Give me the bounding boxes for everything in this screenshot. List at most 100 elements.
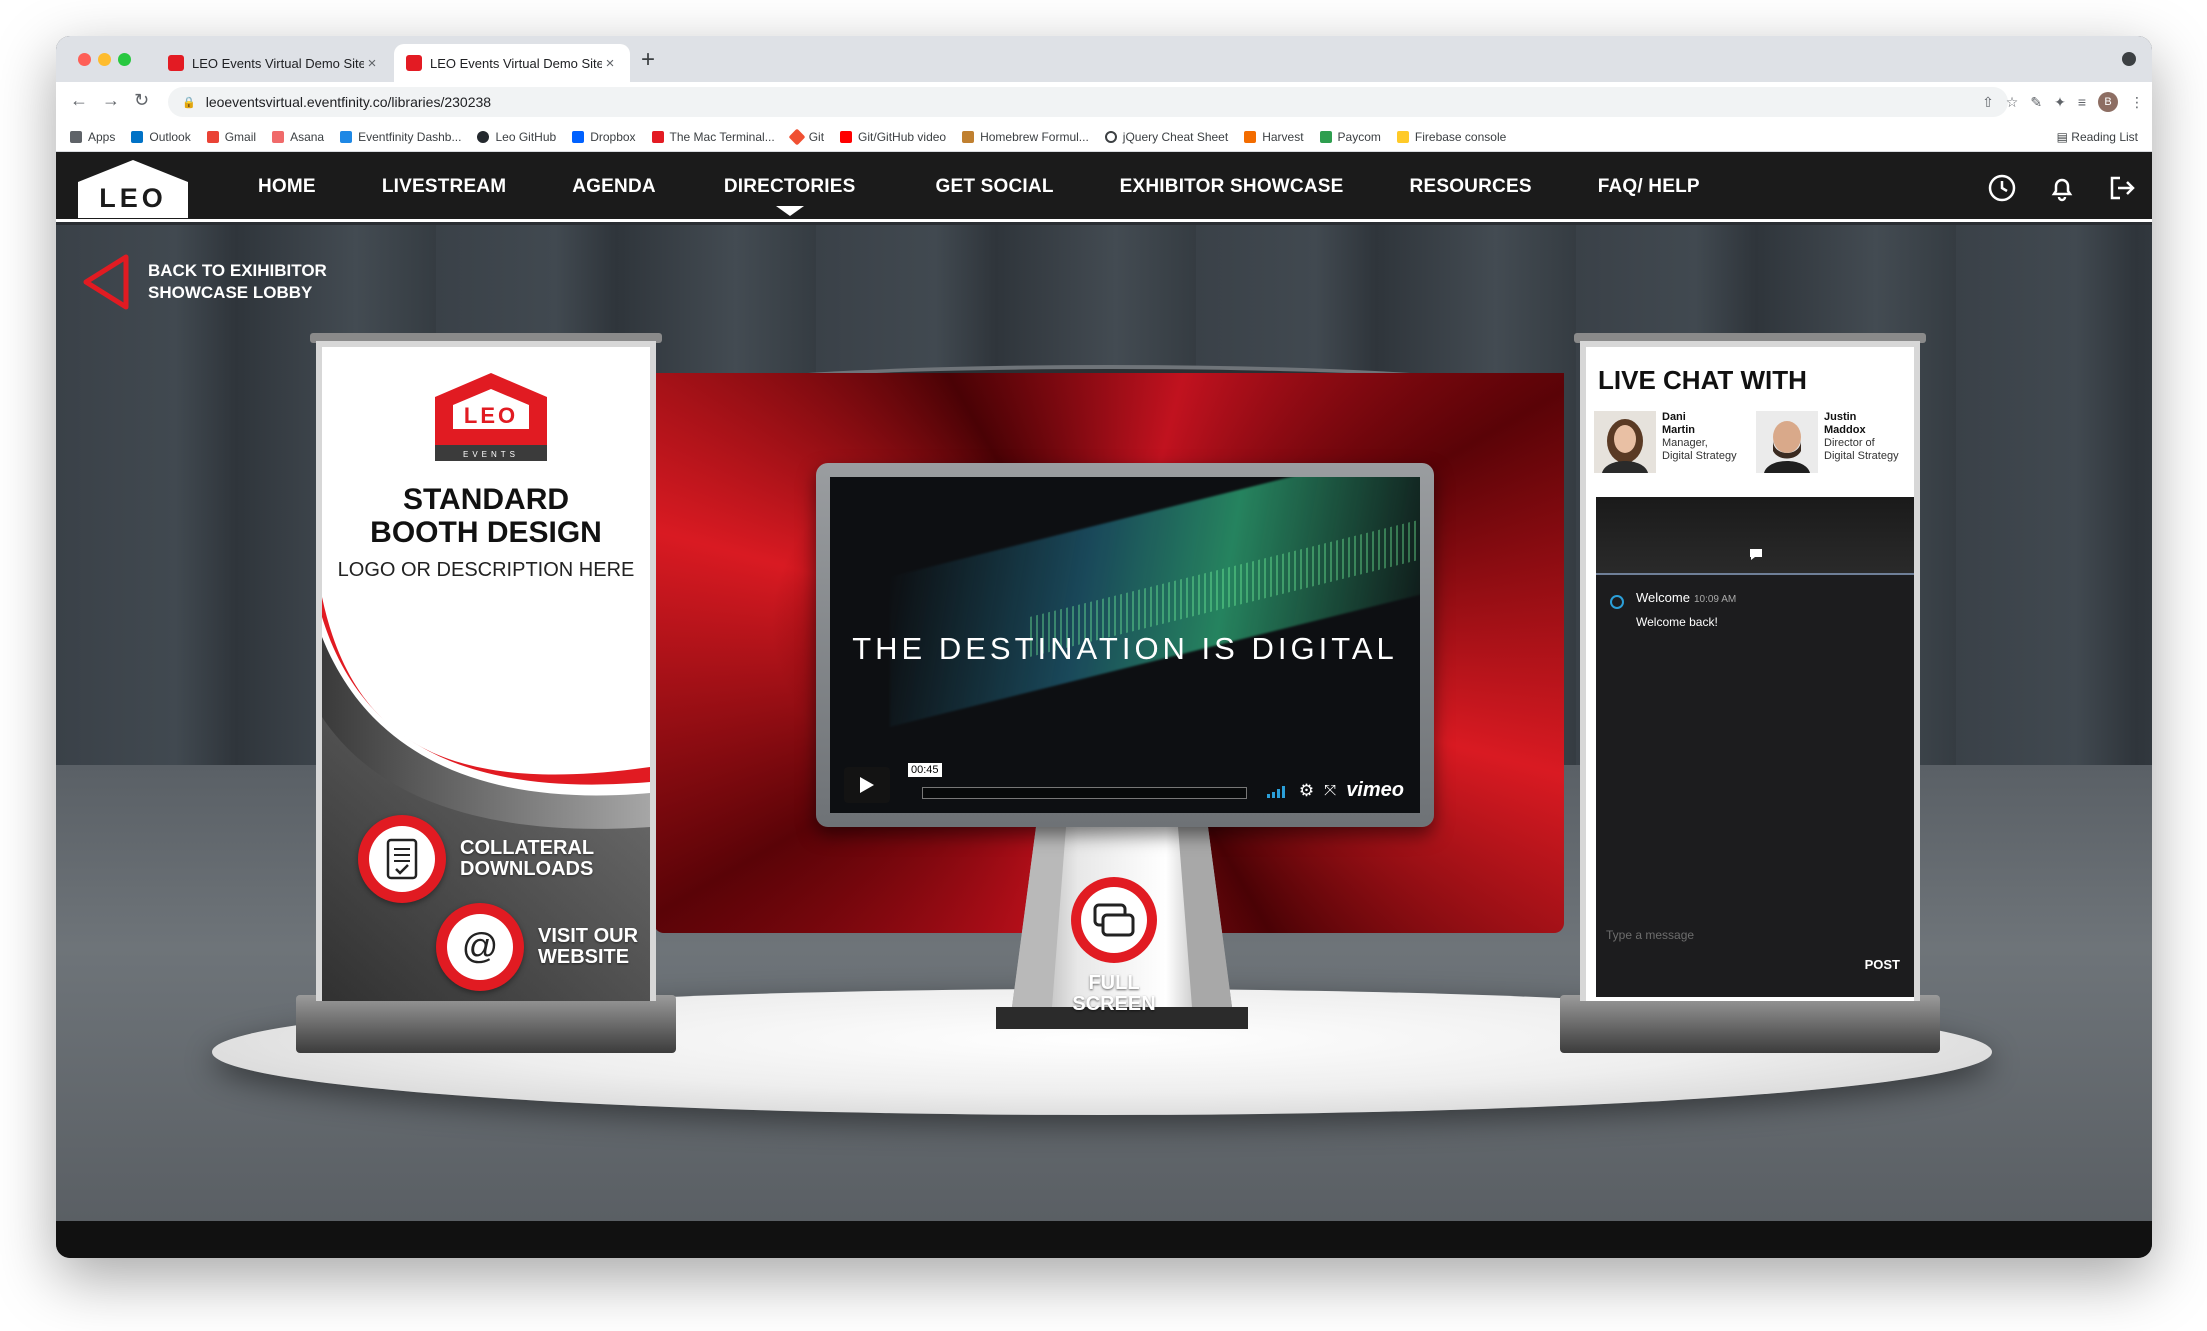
- fullscreen-expand-icon[interactable]: ⤧: [1324, 782, 1336, 799]
- back-to-lobby-link[interactable]: BACK TO EXIHIBITOR SHOWCASE LOBBY: [80, 253, 348, 311]
- vimeo-player[interactable]: THE DESTINATION IS DIGITAL 00:45 ⚙ ⤧ vim…: [830, 477, 1420, 813]
- paycom-icon: [1319, 130, 1332, 143]
- eventfinity-icon: [340, 130, 353, 143]
- svg-text:@: @: [462, 925, 499, 966]
- nav-directories[interactable]: DIRECTORIES: [724, 176, 856, 216]
- full-screen-label[interactable]: FULL SCREEN: [1014, 973, 1214, 1015]
- back-arrow-icon[interactable]: ←: [70, 90, 88, 111]
- video-screen: THE DESTINATION IS DIGITAL 00:45 ⚙ ⤧ vim…: [816, 463, 1434, 827]
- bookmark-item[interactable]: Eventfinity Dashb...: [340, 130, 461, 144]
- dropbox-icon: [572, 130, 585, 143]
- chat-message: Welcome 10:09 AM Welcome back!: [1610, 589, 1736, 629]
- bookmark-item[interactable]: The Mac Terminal...: [651, 130, 775, 144]
- reload-icon[interactable]: ↻: [134, 90, 149, 111]
- back-link-label: BACK TO EXIHIBITOR SHOWCASE LOBBY: [148, 261, 327, 302]
- bookmark-item[interactable]: Harvest: [1244, 130, 1304, 144]
- extension-icon[interactable]: ✎: [2030, 94, 2042, 111]
- bookmark-item[interactable]: Paycom: [1319, 129, 1381, 144]
- banner-graphic: LEO EVENTS STANDARD BOOTH DESIGN LOGO OR…: [322, 347, 650, 1001]
- full-screen-button[interactable]: [1069, 875, 1159, 965]
- media-control-icon[interactable]: ≡: [2078, 94, 2086, 110]
- chat-message-input[interactable]: [1606, 923, 1886, 947]
- host-title: Digital Strategy: [1824, 450, 1899, 462]
- bookmark-item[interactable]: Firebase console: [1396, 130, 1506, 144]
- reading-list-icon: ▤: [2056, 130, 2072, 144]
- browser-window: LEO Events Virtual Demo Site × LEO Event…: [56, 36, 2152, 1258]
- nav-livestream[interactable]: LIVESTREAM: [382, 176, 506, 198]
- gmail-icon: [206, 130, 219, 143]
- share-icon[interactable]: ⇧: [1982, 94, 1994, 111]
- at-sign-icon: @: [462, 925, 499, 966]
- browser-tab[interactable]: LEO Events Virtual Demo Site ×: [156, 44, 392, 82]
- bookmark-label: Paycom: [1337, 129, 1381, 144]
- bookmark-item[interactable]: Asana: [272, 130, 324, 144]
- bookmark-item[interactable]: Gmail: [206, 130, 256, 144]
- profile-avatar[interactable]: B: [2098, 92, 2118, 112]
- play-button[interactable]: [844, 767, 890, 803]
- close-tab-icon[interactable]: ×: [602, 55, 618, 72]
- vimeo-logo[interactable]: vimeo: [1346, 779, 1404, 802]
- address-bar[interactable]: 🔒 leoeventsvirtual.eventfinity.co/librar…: [168, 87, 2008, 117]
- booth-stage: BACK TO EXIHIBITOR SHOWCASE LOBBY LEO EV…: [56, 225, 2152, 1221]
- bookmark-label: Dropbox: [590, 129, 636, 144]
- github-icon: [477, 130, 490, 143]
- tab-search-icon[interactable]: [2122, 52, 2136, 66]
- bookmark-label: Homebrew Formul...: [980, 129, 1089, 144]
- website-label-line: VISIT OUR: [538, 925, 639, 947]
- browser-tab-active[interactable]: LEO Events Virtual Demo Site - ×: [394, 44, 630, 82]
- bookmark-item[interactable]: Git: [788, 128, 825, 145]
- host-title: Director of: [1824, 437, 1875, 449]
- nav-agenda[interactable]: AGENDA: [572, 176, 656, 198]
- minimize-window-button[interactable]: [98, 53, 111, 66]
- harvest-icon: [1244, 130, 1257, 143]
- chat-post-button[interactable]: POST: [1865, 957, 1900, 972]
- forward-arrow-icon[interactable]: →: [102, 90, 120, 111]
- nav-exhibitor-showcase[interactable]: EXHIBITOR SHOWCASE: [1120, 176, 1344, 198]
- more-menu-icon[interactable]: ⋮: [2130, 94, 2144, 111]
- puzzle-extensions-icon[interactable]: ✦: [2054, 94, 2066, 111]
- bookmark-label: jQuery Cheat Sheet: [1122, 129, 1229, 144]
- host-last-name: Maddox: [1824, 424, 1866, 436]
- logout-icon[interactable]: [2106, 172, 2138, 204]
- settings-gear-icon[interactable]: ⚙: [1299, 781, 1314, 801]
- bookmark-star-icon[interactable]: ☆: [2006, 94, 2019, 111]
- video-controls: 00:45 ⚙ ⤧ vimeo: [830, 757, 1420, 813]
- visit-website-button[interactable]: @ VISIT OUR WEBSITE: [436, 903, 638, 991]
- bookmark-item[interactable]: Apps: [70, 130, 115, 144]
- collateral-button-circle: [358, 815, 446, 903]
- nav-resources[interactable]: RESOURCES: [1410, 176, 1532, 198]
- bookmark-item[interactable]: Git/GitHub video: [840, 130, 946, 144]
- volume-bars-icon[interactable]: [1266, 784, 1289, 798]
- clock-icon[interactable]: [1986, 172, 2018, 204]
- chat-bubble-icon[interactable]: [1748, 547, 1764, 561]
- new-tab-button[interactable]: +: [641, 46, 655, 74]
- video-progress-bar[interactable]: [922, 787, 1247, 799]
- leo-logo[interactable]: LEO: [74, 158, 192, 220]
- terminal-icon: [651, 130, 664, 143]
- collateral-downloads-button[interactable]: COLLATERAL DOWNLOADS: [358, 815, 594, 903]
- bookmark-label: Git: [808, 129, 825, 144]
- reading-list[interactable]: ▤ Reading List: [2057, 130, 2138, 144]
- bookmark-item[interactable]: Homebrew Formul...: [962, 130, 1089, 144]
- nav-home[interactable]: HOME: [258, 176, 316, 198]
- message-time: 10:09 AM: [1693, 594, 1737, 605]
- message-text: Welcome back!: [1636, 615, 1718, 629]
- bookmark-item[interactable]: Dropbox: [572, 129, 636, 144]
- nav-faq-help[interactable]: FAQ/ HELP: [1598, 176, 1700, 198]
- bookmark-item[interactable]: Leo GitHub: [477, 130, 556, 144]
- asana-icon: [272, 130, 285, 143]
- maximize-window-button[interactable]: [118, 53, 131, 66]
- nav-get-social[interactable]: GET SOCIAL: [936, 176, 1054, 198]
- close-tab-icon[interactable]: ×: [364, 55, 380, 72]
- bookmarks-bar: Apps Outlook Gmail Asana Eventfinity Das…: [56, 122, 2152, 152]
- chat-panel: Welcome10:09 AM Welcome back! POST: [1596, 497, 1914, 997]
- bookmark-item[interactable]: Outlook: [131, 130, 191, 144]
- bookmark-item[interactable]: jQuery Cheat Sheet: [1104, 129, 1229, 144]
- video-time: 00:45: [908, 763, 942, 777]
- close-window-button[interactable]: [78, 53, 91, 66]
- live-chat-banner: LIVE CHAT WITH Dani Martin Manager, Digi…: [1560, 333, 1940, 1053]
- chat-stand-base: [1560, 995, 1940, 1053]
- host-last-name: Martin: [1662, 424, 1695, 436]
- site-nav: LEO HOME LIVESTREAM AGENDA DIRECTORIES G…: [56, 152, 2152, 222]
- bell-icon[interactable]: [2046, 172, 2078, 204]
